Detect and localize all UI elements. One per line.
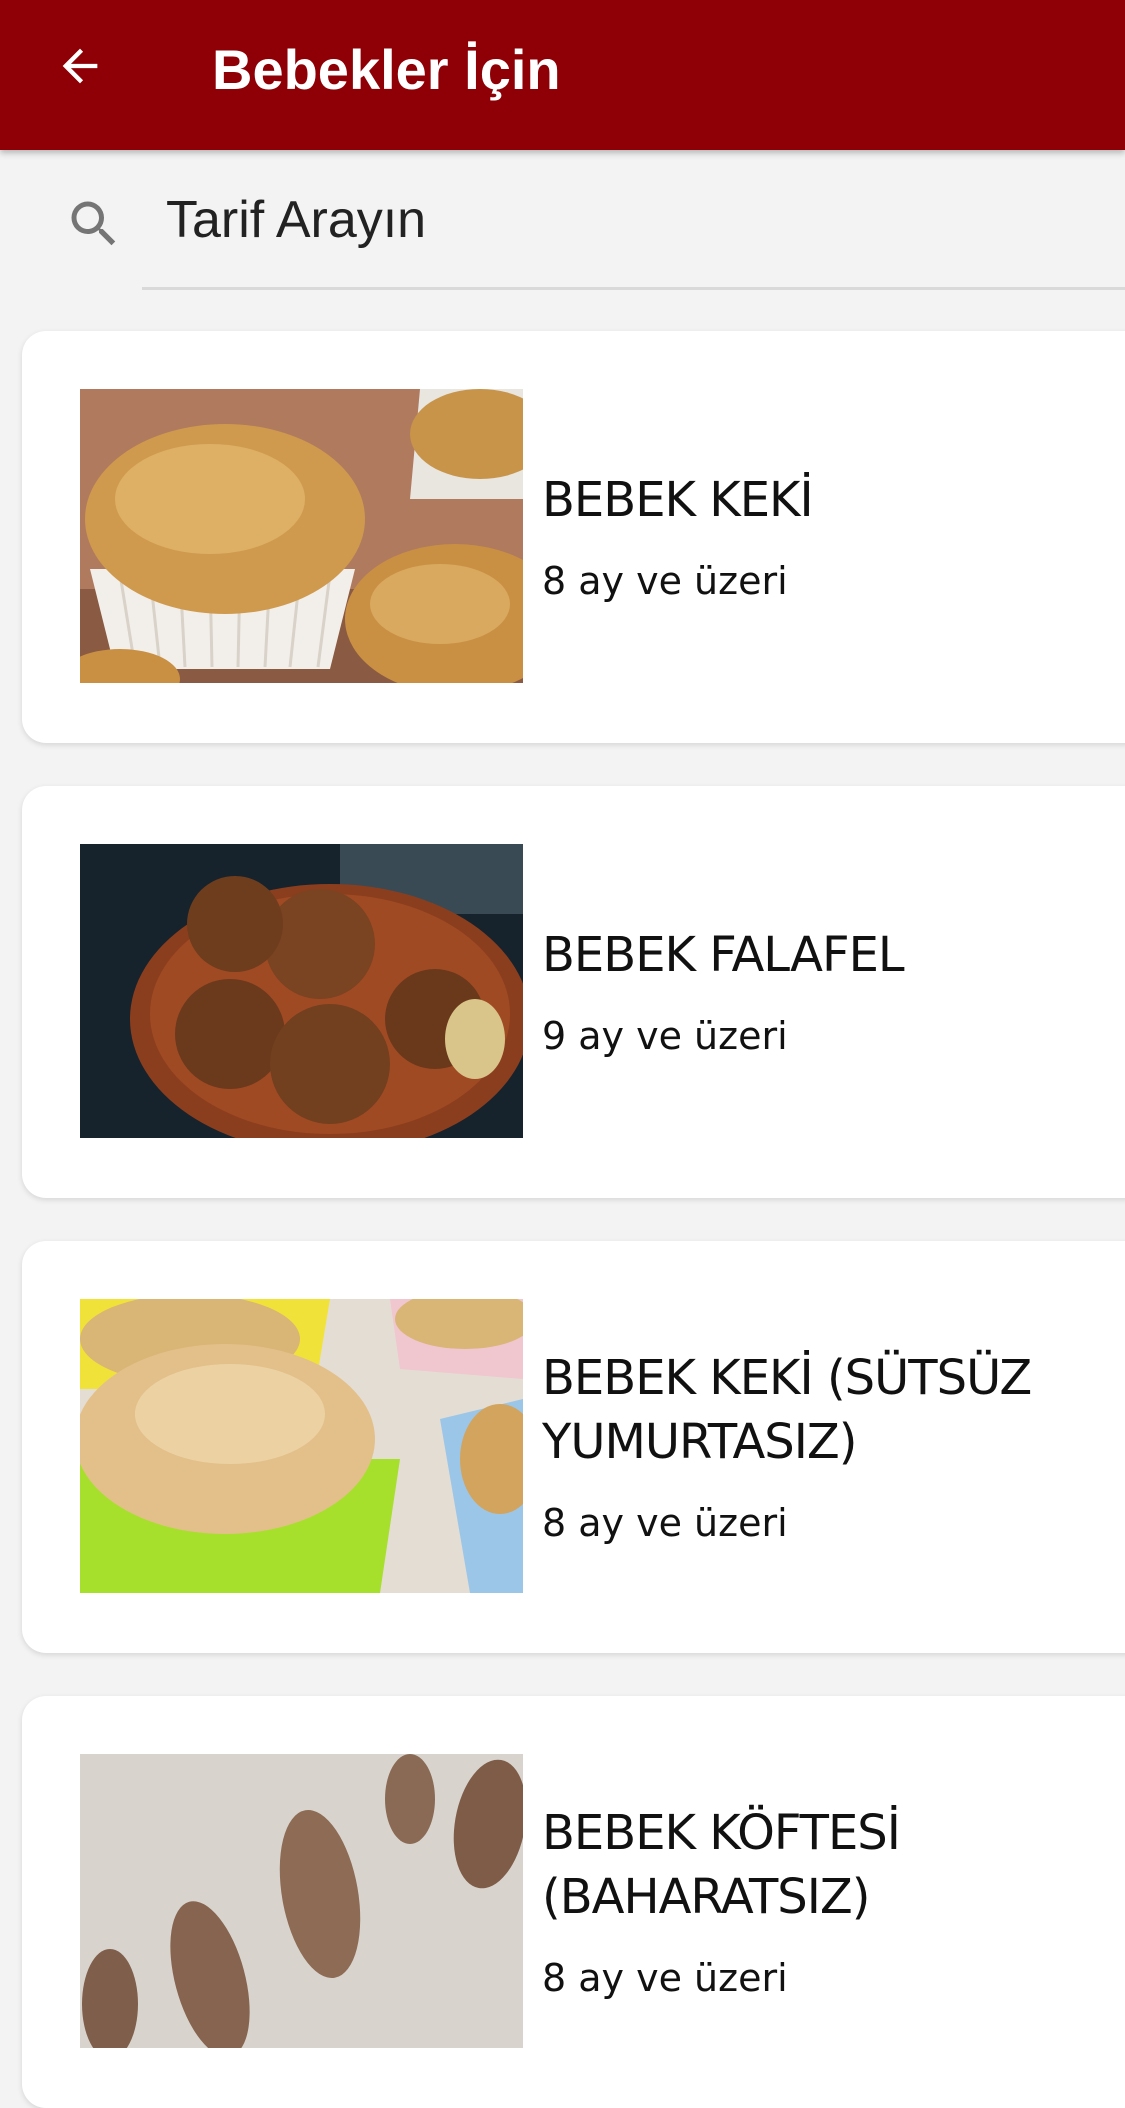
recipe-card[interactable]: BEBEK FALAFEL 9 ay ve üzeri: [22, 786, 1125, 1198]
recipe-card[interactable]: BEBEK KEKİ 8 ay ve üzeri: [22, 331, 1125, 743]
recipe-title: BEBEK FALAFEL: [542, 927, 905, 983]
recipe-image: [80, 1754, 523, 2048]
recipe-age: 8 ay ve üzeri: [542, 559, 788, 603]
back-button[interactable]: [50, 36, 110, 96]
page-title: Bebekler İçin: [212, 38, 561, 101]
search-underline: [142, 287, 1125, 290]
search-bar: [0, 150, 1125, 290]
recipe-image: [80, 844, 523, 1138]
search-input[interactable]: [142, 180, 1102, 260]
search-icon: [71, 201, 116, 246]
recipe-title: BEBEK KEKİ: [542, 472, 814, 528]
recipe-age: 8 ay ve üzeri: [542, 1501, 788, 1545]
recipe-age: 8 ay ve üzeri: [542, 1956, 788, 2000]
app-bar: Bebekler İçin: [0, 0, 1125, 150]
arrow-back-icon: [62, 48, 98, 84]
recipe-title: BEBEK KÖFTESİ (BAHARATSIZ): [542, 1805, 901, 1925]
recipe-title: BEBEK KEKİ (SÜTSÜZ YUMURTASIZ): [542, 1350, 1032, 1470]
recipe-image: [80, 1299, 523, 1593]
recipe-card[interactable]: BEBEK KEKİ (SÜTSÜZ YUMURTASIZ) 8 ay ve ü…: [22, 1241, 1125, 1653]
recipe-age: 9 ay ve üzeri: [542, 1014, 788, 1058]
recipe-card[interactable]: BEBEK KÖFTESİ (BAHARATSIZ) 8 ay ve üzeri: [22, 1696, 1125, 2108]
recipe-image: [80, 389, 523, 683]
